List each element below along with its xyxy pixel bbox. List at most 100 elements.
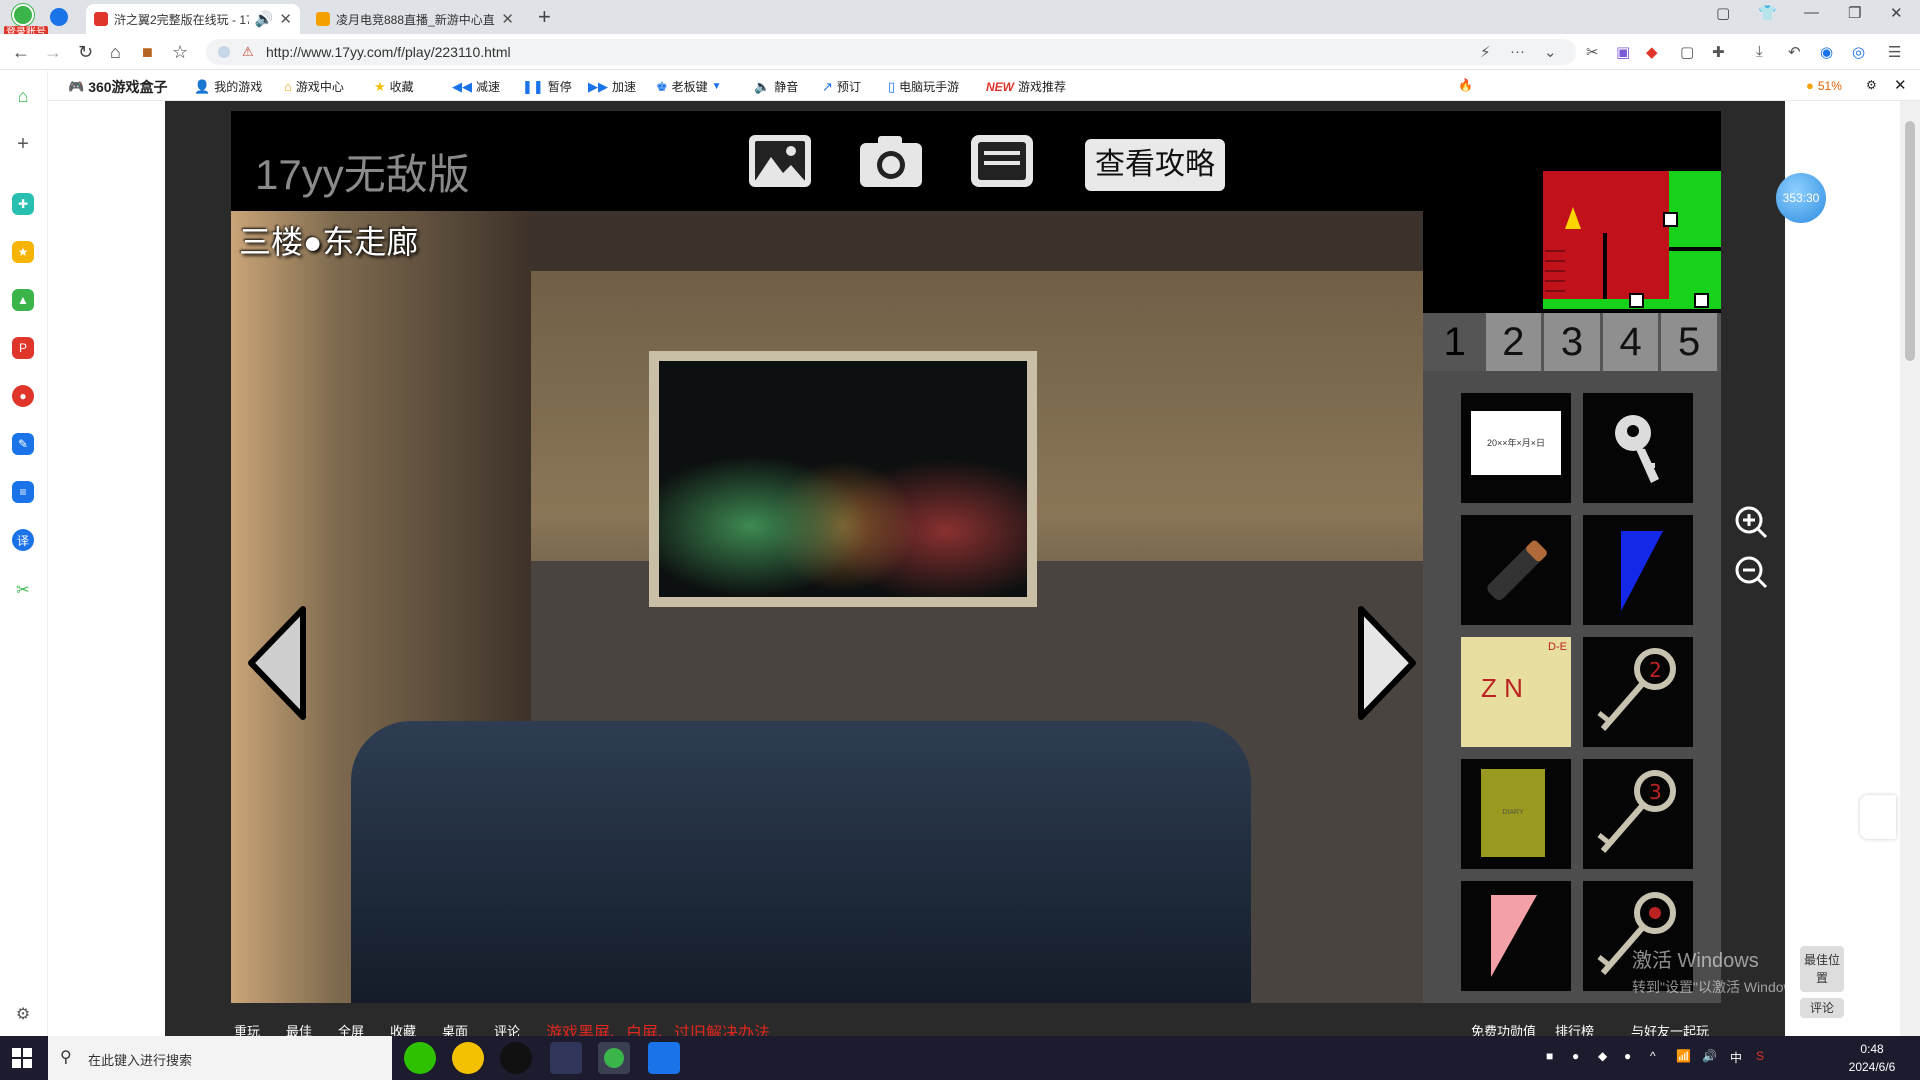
floating-sync-button[interactable] [1860,795,1896,839]
floor-button-3[interactable]: 3 [1544,313,1600,371]
back-icon[interactable]: ← [12,42,30,63]
inventory-slot-pink-triangle[interactable] [1461,881,1571,991]
sidebar-doc-ai-icon[interactable]: ≡ [12,481,34,503]
notes-icon[interactable] [969,133,1035,189]
zoom-out-icon[interactable] [1734,555,1768,589]
close-toolbar-icon[interactable]: ✕ [1894,76,1907,94]
game-icon[interactable]: ◆ [1646,43,1658,61]
tab-stream[interactable]: 凌月电竞888直播_新游中心直 ✕ [308,4,522,34]
sidebar-medical-icon[interactable]: ✚ [12,193,34,215]
ai-icon[interactable]: ◉ [1820,43,1833,61]
home-icon[interactable]: ⌂ [110,42,121,63]
minimize-icon[interactable]: — [1804,4,1819,21]
tray-network-icon[interactable]: 📶 [1676,1049,1691,1063]
translate-icon[interactable]: ▣ [1616,43,1630,61]
chevron-down-icon[interactable]: ⌄ [1544,43,1557,61]
slow-down-button[interactable]: ◀◀ 减速 [452,78,500,95]
floor-button-1[interactable]: 1 [1427,313,1483,371]
ime-indicator[interactable]: 中 [1730,1049,1742,1066]
notepad-app-icon[interactable] [648,1042,680,1074]
pc-mobile-games-button[interactable]: ▯ 电脑玩手游 [888,78,959,95]
sidebar-star-icon[interactable]: ★ [12,241,34,263]
zoom-in-icon[interactable] [1734,505,1768,539]
360-browser-app-icon[interactable] [598,1042,630,1074]
picture-icon[interactable] [747,133,813,189]
sync-icon[interactable]: ◎ [1852,43,1865,61]
settings-icon[interactable]: ⚙ [1866,78,1877,92]
sidebar-settings-icon[interactable]: ⚙ [12,1003,34,1025]
inventory-slot-ornate-key-2[interactable]: 2 [1583,637,1693,747]
page-scrollbar[interactable] [1900,101,1920,1036]
timer-ball[interactable]: 353:30 [1776,173,1826,223]
wechat-app-icon[interactable] [404,1042,436,1074]
restore-icon[interactable]: ❐ [1848,4,1861,22]
scene-sofa[interactable] [351,721,1251,1003]
camera-icon[interactable] [858,133,924,189]
undo-icon[interactable]: ↶ [1788,43,1801,61]
refresh-icon[interactable]: ↻ [78,42,93,63]
tray-chevron-icon[interactable]: ^ [1650,1049,1656,1063]
sidebar-home-icon[interactable]: ⌂ [12,85,34,107]
sidebar-image-ai-icon[interactable]: ▲ [12,289,34,311]
game-canvas[interactable]: 17yy无敌版 查看攻略 三楼●东走廊 1 2 3 4 5 20××年×月×日 … [231,111,1721,1003]
taskbar-clock[interactable]: 0:48 2024/6/6 [1840,1040,1904,1076]
tab-close-icon[interactable]: ✕ [279,10,292,28]
minimap[interactable] [1543,171,1721,313]
360-guard-app-icon[interactable] [452,1042,484,1074]
new-tab-icon[interactable]: + [538,4,551,30]
inventory-slot-ornate-key-3[interactable]: 3 [1583,759,1693,869]
reserve-button[interactable]: ↗ 预订 [822,78,861,95]
boss-key-button[interactable]: ♚ 老板键 ▼ [656,78,722,95]
taskbar-search[interactable]: ⚲ 在此键入进行搜索 [48,1036,392,1080]
floor-button-5[interactable]: 5 [1661,313,1717,371]
game-box-brand[interactable]: 🎮 360游戏盒子 [68,77,168,97]
sidebar-record-icon[interactable]: ● [12,385,34,407]
screen-icon[interactable]: ▢ [1680,43,1694,61]
close-window-icon[interactable]: ✕ [1890,4,1903,22]
floor-button-4[interactable]: 4 [1602,313,1659,371]
skin-icon[interactable]: 👕 [1758,4,1777,22]
download-icon[interactable]: ⤓ [1756,43,1763,60]
qq-app-icon[interactable] [500,1042,532,1074]
wallet-icon[interactable]: ■ [142,42,153,63]
mute-button[interactable]: 🔈 静音 [754,78,798,95]
tab-game[interactable]: 浒之翼2完整版在线玩 - 17 🔊 ✕ [86,4,300,34]
menu-icon[interactable]: ☰ [1888,43,1901,61]
game-scene[interactable]: 三楼●东走廊 [231,211,1423,1003]
comment-float-button[interactable]: 评论 [1800,998,1844,1018]
scene-painting[interactable] [649,351,1037,607]
tab-close-icon[interactable]: ✕ [501,10,514,28]
favorite-button[interactable]: ★ 收藏 [374,78,414,95]
tray-qq-icon[interactable]: ◆ [1598,1049,1607,1063]
tray-sogou-icon[interactable]: S [1756,1049,1764,1063]
fire-icon[interactable]: 🔥 [1458,78,1473,92]
inventory-slot-battery[interactable] [1461,515,1571,625]
game-center-button[interactable]: ⌂ 游戏中心 [284,78,344,95]
inventory-slot-date-note[interactable]: 20××年×月×日 [1461,393,1571,503]
sidebar-add-icon[interactable]: + [12,133,34,155]
more-dots-icon[interactable]: ··· [1510,43,1525,60]
game-recommend-button[interactable]: NEW 游戏推荐 [986,78,1066,95]
sidebar-draw-ai-icon[interactable]: ✎ [12,433,34,455]
arrow-right-icon[interactable] [1357,605,1419,721]
best-position-button[interactable]: 最佳位置 [1800,946,1844,992]
view-guide-button[interactable]: 查看攻略 [1085,139,1225,191]
tray-360-icon[interactable]: ● [1624,1049,1631,1063]
inventory-slot-blue-triangle[interactable] [1583,515,1693,625]
tray-volume-icon[interactable]: 🔊 [1702,1049,1717,1063]
pause-button[interactable]: ❚❚ 暂停 [522,78,572,95]
inventory-slot-diary[interactable]: DIARY [1461,759,1571,869]
tray-app-1-icon[interactable]: ■ [1546,1049,1553,1063]
dropdown-arrow-icon[interactable]: ▼ [712,81,722,92]
pinned-tab-icon[interactable] [50,8,68,26]
inventory-slot-key[interactable] [1583,393,1693,503]
game-app-icon[interactable] [550,1042,582,1074]
scrollbar-thumb[interactable] [1905,121,1915,361]
windows-start-icon[interactable] [12,1048,32,1068]
lightning-icon[interactable]: ⚡ [1480,43,1491,61]
tab-count-icon[interactable]: ▢ [1716,4,1730,22]
speed-up-button[interactable]: ▶▶ 加速 [588,78,636,95]
extensions-icon[interactable]: ✚ [1712,43,1725,61]
tray-app-2-icon[interactable]: ● [1572,1049,1579,1063]
scissors-icon[interactable]: ✂ [1586,43,1599,61]
